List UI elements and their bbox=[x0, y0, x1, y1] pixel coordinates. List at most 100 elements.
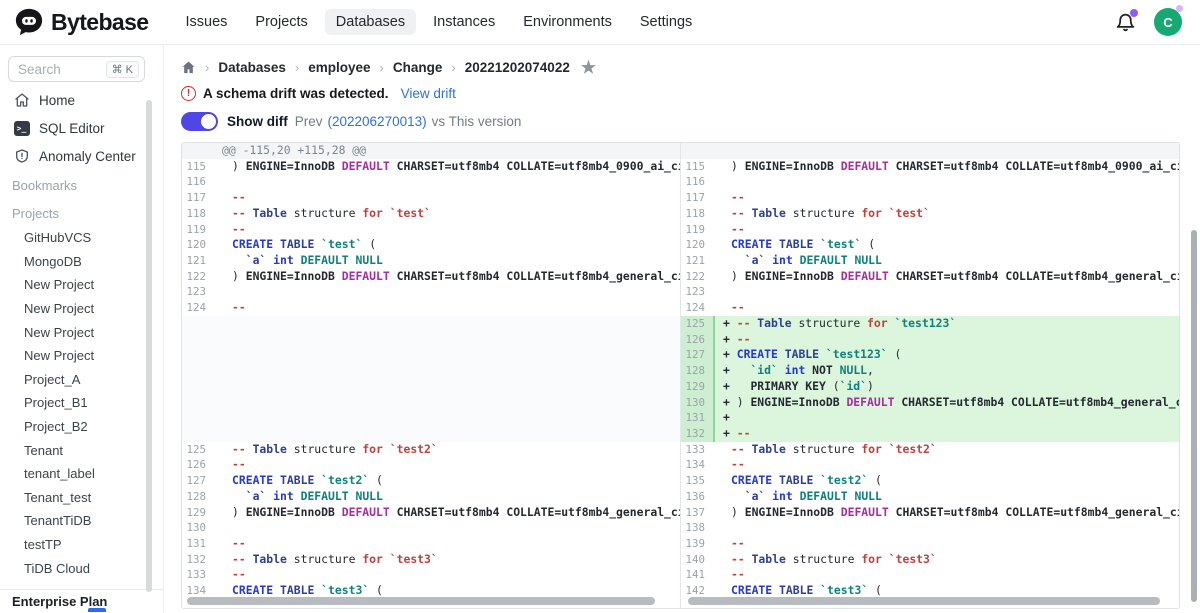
code-line: CREATE TABLE `test` ( bbox=[216, 237, 680, 253]
line-number: 133 bbox=[681, 442, 715, 458]
user-avatar[interactable]: C bbox=[1154, 8, 1182, 36]
nav-item-projects[interactable]: Projects bbox=[244, 9, 318, 35]
diff-pane-right[interactable]: 115) ENGINE=InnoDB DEFAULT CHARSET=utf8m… bbox=[681, 143, 1179, 608]
diff-row: 137) ENGINE=InnoDB DEFAULT CHARSET=utf8m… bbox=[681, 505, 1179, 521]
code-line bbox=[216, 332, 680, 348]
code-line bbox=[715, 520, 1179, 536]
diff-row: 120CREATE TABLE `test` ( bbox=[681, 237, 1179, 253]
sidebar-project-tenant-test[interactable]: Tenant_test bbox=[0, 486, 163, 510]
diff-row: 131+ bbox=[681, 410, 1179, 426]
code-line: ) ENGINE=InnoDB DEFAULT CHARSET=utf8mb4 … bbox=[715, 269, 1179, 285]
home-icon bbox=[13, 92, 30, 109]
notifications-bell-icon[interactable] bbox=[1115, 12, 1136, 33]
line-number: 136 bbox=[681, 489, 715, 505]
nav-item-environments[interactable]: Environments bbox=[512, 9, 623, 35]
sidebar-project-list: GitHubVCSMongoDBNew ProjectNew ProjectNe… bbox=[0, 226, 163, 580]
breadcrumb-item-version[interactable]: 20221202074022 bbox=[465, 60, 570, 75]
breadcrumb-item-databases[interactable]: Databases bbox=[218, 60, 286, 75]
sidebar-project-new-project[interactable]: New Project bbox=[0, 320, 163, 344]
diff-row: 131-- bbox=[182, 536, 680, 552]
brand-name: Bytebase bbox=[51, 9, 148, 36]
code-line: -- bbox=[715, 300, 1179, 316]
code-line: ) ENGINE=InnoDB DEFAULT CHARSET=utf8mb4 … bbox=[715, 159, 1179, 175]
code-line: + -- Table structure for `test123` bbox=[715, 316, 1179, 332]
diff-row bbox=[182, 410, 680, 426]
nav-item-issues[interactable]: Issues bbox=[174, 9, 238, 35]
diff-pane-left[interactable]: @@ -115,20 +115,28 @@115) ENGINE=InnoDB … bbox=[182, 143, 681, 608]
sidebar: Search ⌘ K Home >_ SQL Editor bbox=[0, 45, 164, 612]
breadcrumb-home-icon[interactable] bbox=[181, 60, 196, 75]
code-line: + bbox=[715, 410, 1179, 426]
sidebar-item-sql-editor[interactable]: >_ SQL Editor bbox=[0, 114, 163, 142]
diff-left-horizontal-scrollbar[interactable] bbox=[187, 597, 655, 605]
diff-row: 118-- Table structure for `test` bbox=[681, 206, 1179, 222]
sidebar-project-new-project[interactable]: New Project bbox=[0, 344, 163, 368]
diff-row: 134-- bbox=[681, 457, 1179, 473]
sidebar-project-githubvcs[interactable]: GitHubVCS bbox=[0, 226, 163, 250]
sidebar-item-anomaly-center[interactable]: Anomaly Center bbox=[0, 142, 163, 170]
line-number: 123 bbox=[681, 284, 715, 300]
breadcrumb-separator: › bbox=[451, 60, 455, 75]
sql-editor-icon: >_ bbox=[13, 120, 30, 137]
breadcrumb-item-employee[interactable]: employee bbox=[308, 60, 370, 75]
sidebar-scrollbar[interactable] bbox=[146, 100, 152, 592]
breadcrumb: › Databases › employee › Change › 202212… bbox=[181, 59, 1200, 76]
sidebar-project-new-project[interactable]: New Project bbox=[0, 297, 163, 321]
sidebar-project-project-b2[interactable]: Project_B2 bbox=[0, 415, 163, 439]
code-line: ) ENGINE=InnoDB DEFAULT CHARSET=utf8mb4 … bbox=[715, 505, 1179, 521]
schema-drift-alert: ! A schema drift was detected. View drif… bbox=[181, 86, 1200, 101]
nav-item-settings[interactable]: Settings bbox=[629, 9, 703, 35]
sidebar-item-home[interactable]: Home bbox=[0, 86, 163, 114]
sidebar-project-new-project[interactable]: New Project bbox=[0, 273, 163, 297]
line-number: 127 bbox=[681, 347, 715, 363]
nav-item-instances[interactable]: Instances bbox=[422, 9, 506, 35]
search-input[interactable]: Search ⌘ K bbox=[8, 56, 145, 82]
bookmark-star-icon[interactable]: ★ bbox=[581, 59, 596, 76]
hunk-spacer bbox=[681, 143, 1179, 159]
main-content: › Databases › employee › Change › 202212… bbox=[164, 45, 1200, 612]
code-line bbox=[216, 426, 680, 442]
line-number: 122 bbox=[681, 269, 715, 285]
diff-row: 125-- Table structure for `test2` bbox=[182, 442, 680, 458]
page-vertical-scrollbar[interactable] bbox=[1191, 230, 1197, 602]
sidebar-project-mongodb[interactable]: MongoDB bbox=[0, 250, 163, 274]
line-number bbox=[182, 363, 216, 379]
enterprise-plan-label[interactable]: Enterprise Plan bbox=[0, 589, 163, 612]
code-line: + `id` int NOT NULL, bbox=[715, 363, 1179, 379]
avatar-status-dot bbox=[1176, 5, 1183, 12]
sidebar-project-tenant-label[interactable]: tenant_label bbox=[0, 462, 163, 486]
code-line: `a` int DEFAULT NULL bbox=[216, 253, 680, 269]
diff-row: 132+ -- bbox=[681, 426, 1179, 442]
sidebar-project-project-b1[interactable]: Project_B1 bbox=[0, 391, 163, 415]
diff-row: 129) ENGINE=InnoDB DEFAULT CHARSET=utf8m… bbox=[182, 505, 680, 521]
view-drift-link[interactable]: View drift bbox=[401, 86, 456, 101]
sidebar-section-bookmarks: Bookmarks bbox=[0, 170, 163, 198]
sidebar-project-tidb-cloud[interactable]: TiDB Cloud bbox=[0, 556, 163, 580]
sidebar-project-project-a[interactable]: Project_A bbox=[0, 368, 163, 392]
diff-row: 136 `a` int DEFAULT NULL bbox=[681, 489, 1179, 505]
show-diff-toggle[interactable] bbox=[181, 112, 218, 131]
sidebar-project-tenanttidb[interactable]: TenantTiDB bbox=[0, 509, 163, 533]
code-line bbox=[216, 316, 680, 332]
code-line: + ) ENGINE=InnoDB DEFAULT CHARSET=utf8mb… bbox=[715, 395, 1179, 411]
breadcrumb-separator: › bbox=[295, 60, 299, 75]
line-number: 127 bbox=[182, 473, 216, 489]
diff-right-horizontal-scrollbar[interactable] bbox=[688, 597, 1160, 605]
diff-row: 139-- bbox=[681, 536, 1179, 552]
code-line bbox=[216, 520, 680, 536]
code-line: -- bbox=[216, 457, 680, 473]
nav-item-databases[interactable]: Databases bbox=[325, 9, 416, 35]
bytebase-logo[interactable]: Bytebase bbox=[14, 7, 148, 37]
code-line: -- Table structure for `test` bbox=[216, 206, 680, 222]
sidebar-project-tenant[interactable]: Tenant bbox=[0, 438, 163, 462]
sidebar-item-label: Anomaly Center bbox=[39, 149, 136, 164]
prev-version-link[interactable]: (202206270013) bbox=[328, 114, 427, 129]
diff-row: 133-- Table structure for `test2` bbox=[681, 442, 1179, 458]
diff-row: 123 bbox=[681, 284, 1179, 300]
breadcrumb-item-change[interactable]: Change bbox=[393, 60, 443, 75]
sidebar-item-label: SQL Editor bbox=[39, 121, 105, 136]
sidebar-project-testtp[interactable]: testTP bbox=[0, 533, 163, 557]
line-number: 119 bbox=[182, 222, 216, 238]
code-line bbox=[216, 284, 680, 300]
prev-label: Prev bbox=[295, 114, 323, 129]
